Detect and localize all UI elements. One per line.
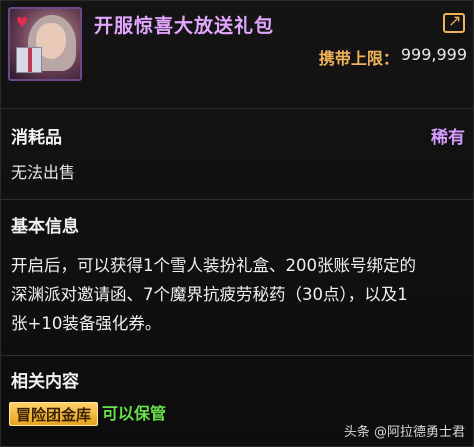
item-description: 开启后，可以获得1个雪人装扮礼盒、200张账号绑定的 深渊派对邀请函、7个魔界抗… <box>11 251 471 338</box>
related-heading: 相关内容 <box>11 372 79 392</box>
item-title: 开服惊喜大放送礼包 <box>94 15 275 37</box>
storable-status: 可以保管 <box>102 404 167 423</box>
divider <box>1 199 474 200</box>
gift-box-icon <box>16 47 42 73</box>
description-line: 张+10装备强化券。 <box>11 314 162 333</box>
item-tooltip-panel: ♥ 开服惊喜大放送礼包 携带上限： 999,999 消耗品 稀有 无法出售 基本… <box>0 0 474 447</box>
carry-limit-label: 携带上限： <box>318 49 399 68</box>
watermark: 头条 @阿拉德勇士君 <box>343 425 465 440</box>
share-icon[interactable] <box>443 11 465 33</box>
carry-limit-value: 999,999 <box>400 45 467 64</box>
rarity-label: 稀有 <box>431 128 465 148</box>
divider <box>1 355 474 356</box>
heart-icon: ♥ <box>16 15 29 31</box>
carry-limit: 携带上限： 999,999 <box>319 45 467 69</box>
description-line: 开启后，可以获得1个雪人装扮礼盒、200张账号绑定的 <box>11 256 416 275</box>
divider <box>1 108 474 109</box>
item-avatar: ♥ <box>8 7 82 81</box>
consumable-heading: 消耗品 <box>11 128 62 148</box>
adventure-vault-tag[interactable]: 冒险团金库 <box>9 402 99 426</box>
description-line: 深渊派对邀请函、7个魔界抗疲劳秘药（30点），以及1 <box>11 285 408 304</box>
item-header: ♥ 开服惊喜大放送礼包 携带上限： 999,999 <box>1 1 474 101</box>
basic-info-heading: 基本信息 <box>11 217 79 237</box>
sell-status: 无法出售 <box>11 163 76 182</box>
